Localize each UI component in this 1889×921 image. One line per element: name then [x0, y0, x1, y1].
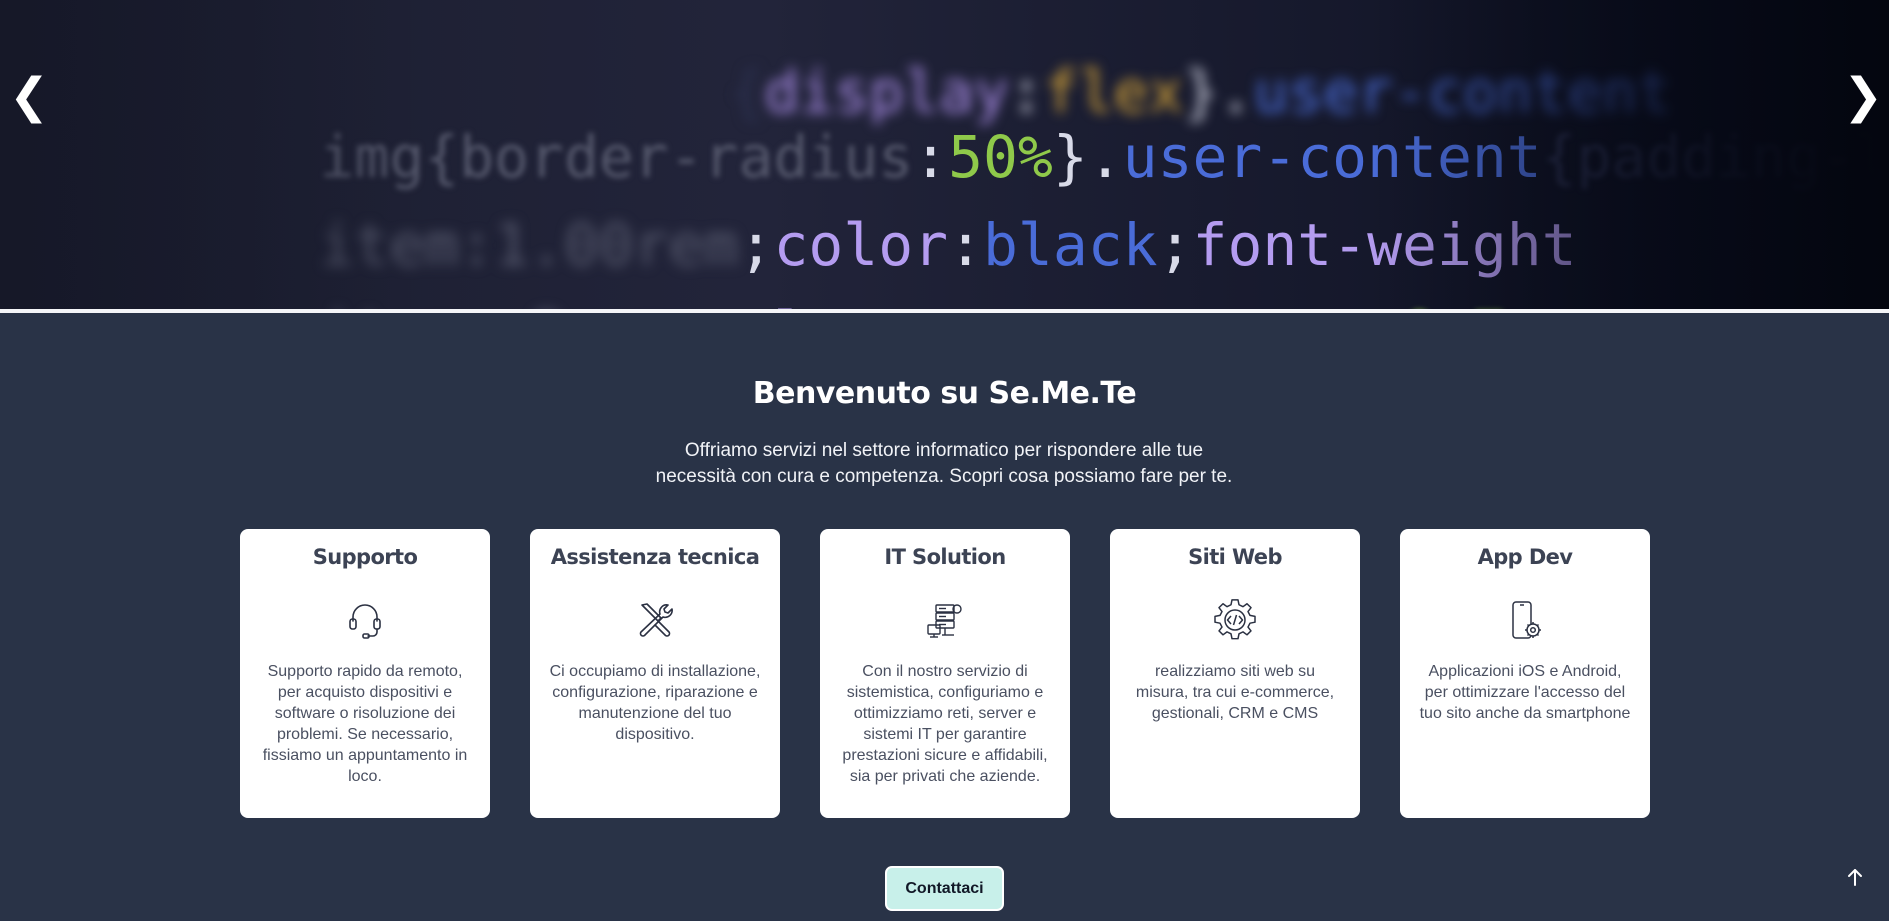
card-title: Assistenza tecnica [550, 545, 760, 569]
service-card-supporto: Supporto Supporto rapido da remoto, per … [240, 529, 490, 818]
hero-divider [0, 309, 1889, 313]
welcome-text-line: Offriamo servizi nel settore informatico… [684, 440, 1204, 461]
server-icon [924, 599, 966, 641]
card-description: realizziamo siti web su misura, tra cui … [1135, 663, 1335, 722]
scroll-to-top-button[interactable] [1840, 862, 1870, 892]
contact-button[interactable]: Contattaci [885, 866, 1004, 911]
welcome-text-line: necessità con cura e competenza. Scopri … [655, 466, 1233, 487]
arrow-up-icon [1848, 869, 1862, 886]
tools-icon [634, 599, 676, 641]
hero-carousel: {display:flex}.user-content img{border-r… [0, 0, 1889, 309]
carousel-next-button[interactable]: ❯ [1843, 70, 1883, 122]
card-title: IT Solution [884, 545, 1006, 569]
service-card-assistenza: Assistenza tecnica Ci occupiamo di insta… [530, 529, 780, 818]
welcome-text: Offriamo servizi nel settore informatico… [644, 438, 1244, 490]
service-card-app-dev: App Dev Applicazioni iOS e Android, per … [1400, 529, 1650, 818]
card-description: Applicazioni iOS e Android, per ottimizz… [1419, 663, 1631, 722]
hero-code-line: #2b2a2c;font-weight [560, 280, 1433, 309]
hero-fade-left [0, 0, 420, 309]
service-card-siti-web: Siti Web realizziamo siti web su misura,… [1110, 529, 1360, 818]
card-title: Siti Web [1188, 545, 1282, 569]
card-description: Supporto rapido da remoto, per acquisto … [262, 663, 468, 785]
service-card-it-solution: IT Solution Con il nostro servizio di si… [820, 529, 1070, 818]
hero-fade-right [1369, 0, 1889, 309]
smartphone-gear-icon [1504, 599, 1546, 641]
card-description: Ci occupiamo di installazione, configura… [549, 663, 761, 743]
welcome-title: Benvenuto su Se.Me.Te [752, 376, 1137, 411]
card-title: App Dev [1477, 545, 1573, 569]
card-title: Supporto [312, 545, 418, 569]
card-description: Con il nostro servizio di sistemistica, … [842, 663, 1048, 785]
headset-icon [344, 599, 386, 641]
code-gear-icon [1214, 599, 1256, 641]
carousel-prev-button[interactable]: ❮ [9, 70, 49, 122]
